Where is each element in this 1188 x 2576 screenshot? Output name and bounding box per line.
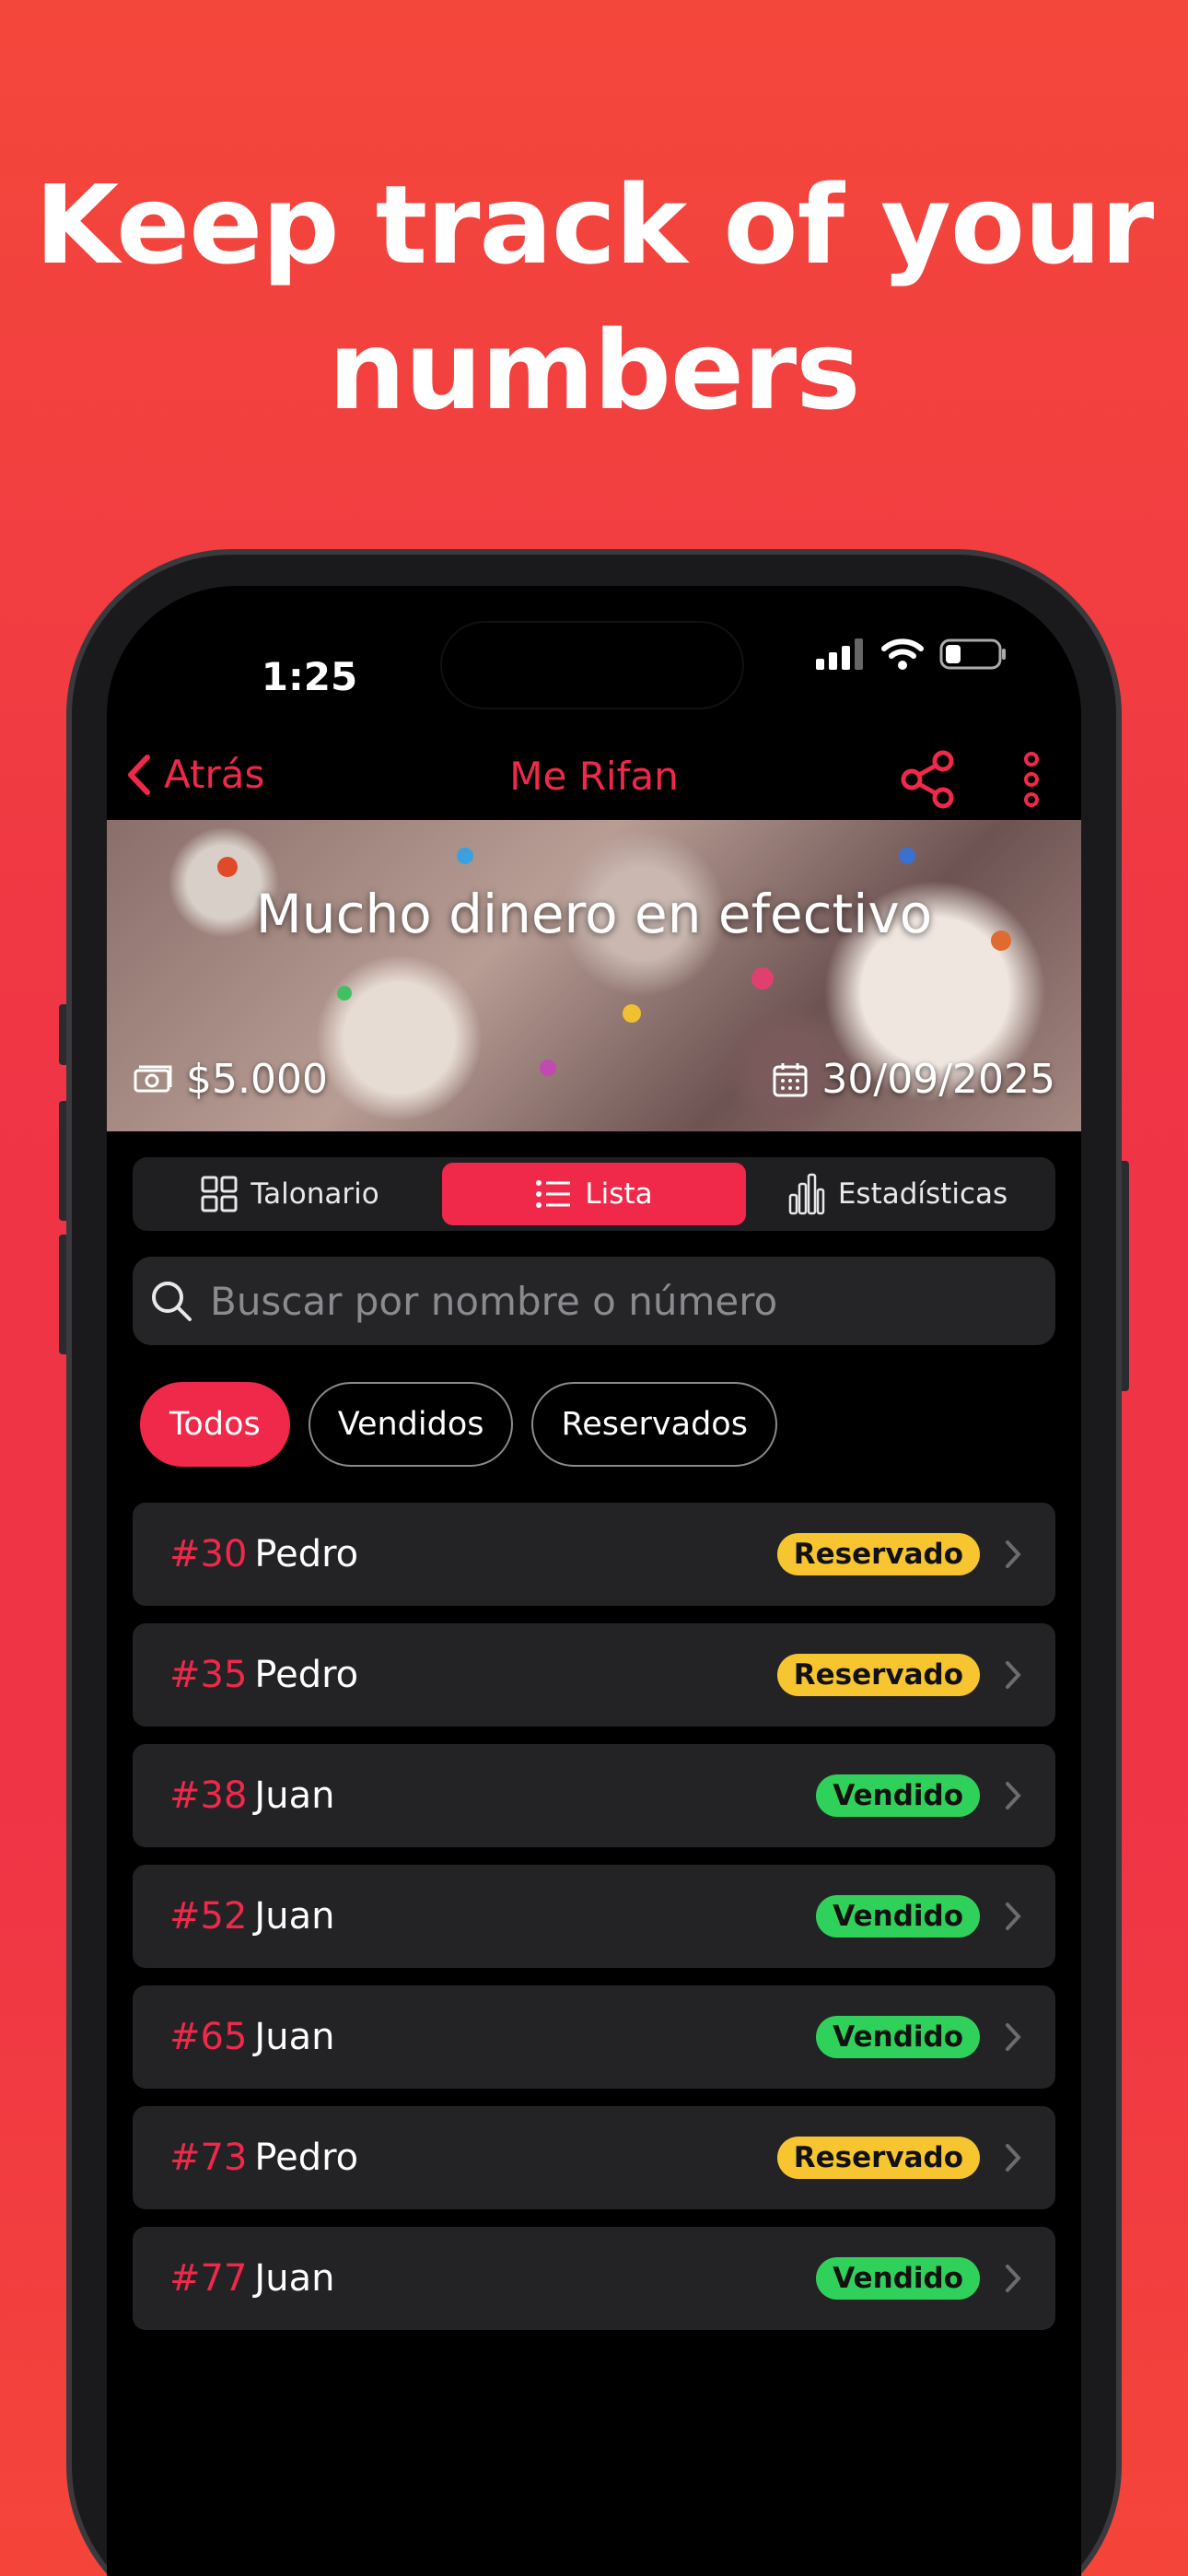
view-tabs: Talonario Lista Estadísticas [133,1157,1055,1231]
chevron-right-icon [1006,1903,1021,1930]
status-time: 1:25 [261,654,358,699]
list-item[interactable]: #38 Juan Vendido [133,1744,1055,1847]
buyer-name: Juan [254,2016,335,2058]
tab-talonario[interactable]: Talonario [138,1163,442,1225]
list-item[interactable]: #73 Pedro Reservado [133,2106,1055,2209]
dynamic-island [440,621,744,709]
grid-icon [201,1176,238,1212]
status-icons [816,638,1007,671]
buyer-name: Juan [254,1895,335,1938]
list-item[interactable]: #65 Juan Vendido [133,1985,1055,2089]
list-item[interactable]: #77 Juan Vendido [133,2227,1055,2330]
confetti-dot [457,848,473,864]
chevron-right-icon [1006,1661,1021,1689]
status-badge: Reservado [776,2137,980,2179]
buyer-name: Pedro [254,2137,359,2179]
signal-icon [816,638,863,670]
headline: Keep track of your numbers [0,152,1188,443]
buyer-name: Pedro [254,1654,359,1696]
ticket-number: #65 [169,2016,248,2058]
confetti-dot [623,1004,641,1023]
tab-lista[interactable]: Lista [442,1163,746,1225]
filter-vendidos[interactable]: Vendidos [308,1382,514,1467]
status-badge: Vendido [816,1774,980,1817]
calendar-icon [773,1062,808,1096]
status-badge: Vendido [816,2016,980,2058]
list-item[interactable]: #30 Pedro Reservado [133,1503,1055,1606]
buyer-name: Pedro [254,1533,359,1575]
date-value: 30/09/2025 [821,1056,1055,1103]
headline-line-2: numbers [328,307,861,434]
search-bar [133,1257,1055,1345]
prize-amount: $5.000 [133,1056,328,1103]
chevron-right-icon [1006,1782,1021,1809]
confetti-dot [540,1060,556,1076]
search-icon [152,1282,192,1321]
filter-reservados[interactable]: Reservados [531,1382,777,1467]
confetti-dot [899,848,915,864]
ticket-number: #38 [169,1774,248,1817]
raffle-banner: Mucho dinero en efectivo $5.000 30/09/20… [107,820,1081,1131]
draw-date: 30/09/2025 [772,1056,1055,1103]
ticket-number: #73 [169,2137,248,2179]
prize-value: $5.000 [186,1056,328,1103]
tab-label: Lista [585,1177,653,1211]
ticket-number: #52 [169,1895,248,1938]
bar-chart-icon [788,1173,825,1215]
status-badge: Reservado [776,1533,980,1575]
numbers-list: #30 Pedro Reservado #35 Pedro Reservado … [133,1503,1055,2348]
filter-todos[interactable]: Todos [140,1382,290,1467]
list-item[interactable]: #52 Juan Vendido [133,1865,1055,1968]
share-icon [901,750,954,809]
navigation-bar: Atrás Me Rifan [107,724,1081,835]
ticket-number: #77 [169,2257,248,2300]
status-filters: Todos Vendidos Reservados [140,1382,777,1467]
confetti-dot [217,857,238,877]
chevron-right-icon [1006,1540,1021,1568]
status-badge: Vendido [816,2257,980,2300]
search-input[interactable] [210,1278,993,1324]
list-icon [536,1180,571,1208]
phone-screen: 1:25 Atrás Me Rifan Mucho dinero en efec… [107,586,1081,2576]
ticket-number: #35 [169,1654,248,1696]
headline-line-1: Keep track of your [34,161,1154,288]
status-badge: Vendido [816,1895,980,1938]
list-item[interactable]: #35 Pedro Reservado [133,1623,1055,1727]
chevron-right-icon [1006,2023,1021,2051]
confetti-dot [751,967,774,989]
raffle-title: Mucho dinero en efectivo [255,883,933,945]
buyer-name: Juan [254,2257,335,2300]
share-button[interactable] [901,750,956,813]
status-badge: Reservado [776,1654,980,1696]
more-vertical-icon [1024,752,1039,807]
battery-icon [939,638,1006,670]
more-button[interactable] [1022,750,1041,813]
ticket-number: #30 [169,1533,248,1575]
chevron-right-icon [1006,2265,1021,2292]
wifi-icon [881,638,924,670]
cash-icon [134,1065,172,1092]
chevron-right-icon [1006,2144,1021,2172]
buyer-name: Juan [254,1774,335,1817]
tab-estadisticas[interactable]: Estadísticas [746,1163,1050,1225]
tab-label: Talonario [250,1177,379,1211]
confetti-dot [337,986,352,1001]
tab-label: Estadísticas [837,1177,1008,1211]
